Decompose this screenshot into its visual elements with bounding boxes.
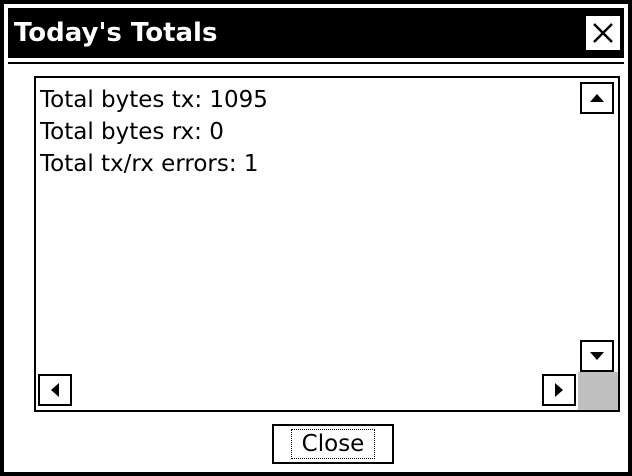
- triangle-down-icon: [590, 352, 604, 360]
- triangle-right-icon: [555, 383, 563, 397]
- horizontal-scrollbar[interactable]: [36, 372, 578, 410]
- scroll-up-button[interactable]: [580, 82, 614, 114]
- vertical-scrollbar[interactable]: [578, 78, 618, 374]
- scroll-left-button[interactable]: [38, 374, 72, 406]
- scroll-down-button[interactable]: [580, 340, 614, 372]
- scroll-right-button[interactable]: [542, 374, 576, 406]
- close-button-label: Close: [290, 429, 376, 459]
- scrollbar-corner: [578, 372, 618, 410]
- window-close-button[interactable]: [584, 14, 622, 52]
- totals-listbox[interactable]: Total bytes tx: 1095 Total bytes rx: 0 T…: [34, 76, 620, 412]
- title-bar: Today's Totals: [8, 8, 624, 58]
- dialog-body: Total bytes tx: 1095 Total bytes rx: 0 T…: [8, 62, 624, 472]
- close-icon: [593, 23, 613, 43]
- total-bytes-tx-line: Total bytes tx: 1095: [40, 87, 268, 113]
- totals-text: Total bytes tx: 1095 Total bytes rx: 0 T…: [40, 84, 580, 370]
- dialog-window: Today's Totals Total bytes tx: 1095 Tota…: [0, 0, 632, 476]
- total-errors-line: Total tx/rx errors: 1: [40, 151, 259, 177]
- triangle-left-icon: [51, 383, 59, 397]
- total-bytes-rx-line: Total bytes rx: 0: [40, 119, 224, 145]
- triangle-up-icon: [590, 94, 604, 102]
- close-button[interactable]: Close: [272, 424, 394, 464]
- window-title: Today's Totals: [14, 18, 218, 48]
